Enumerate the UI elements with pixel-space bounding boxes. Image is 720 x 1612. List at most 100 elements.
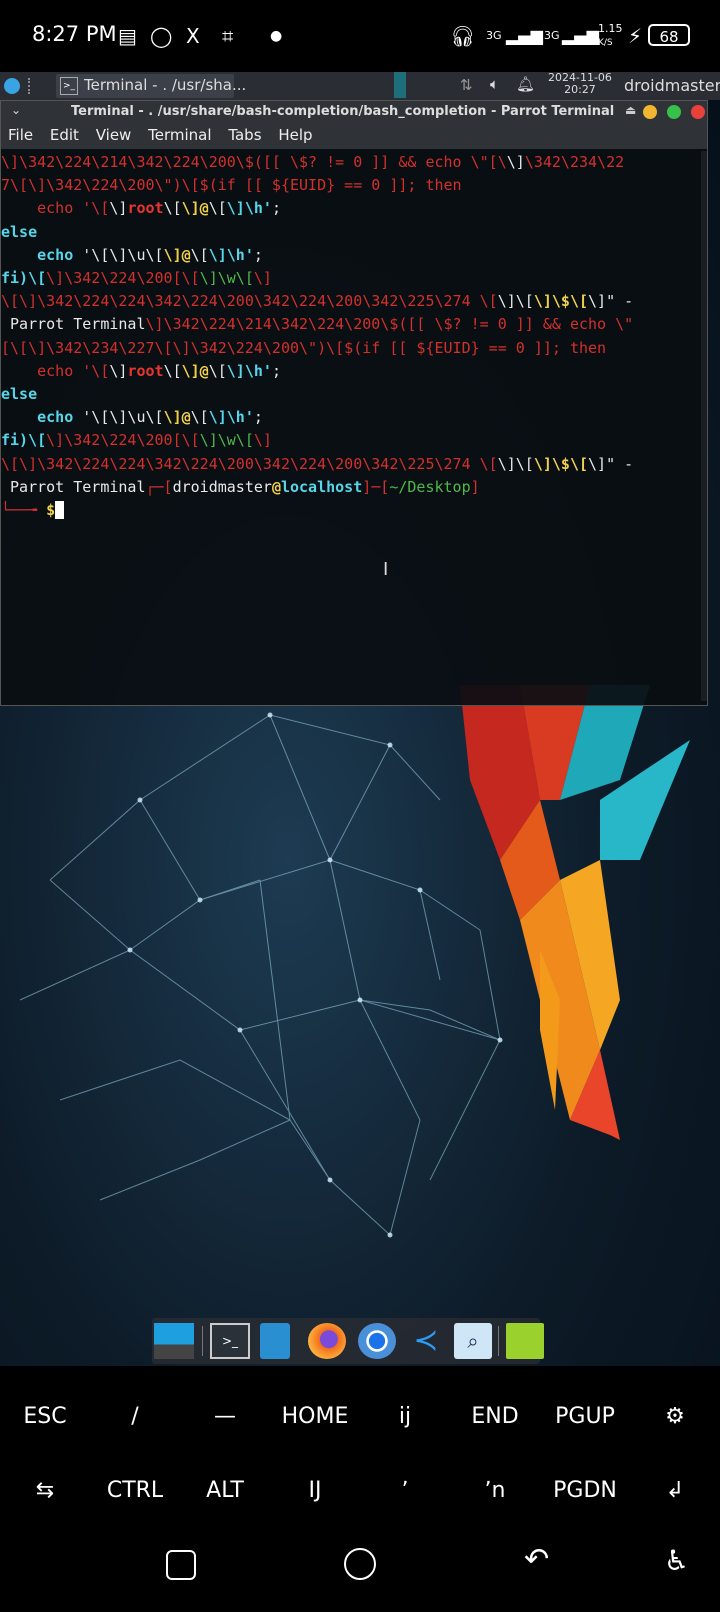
close-button[interactable]: [691, 105, 705, 119]
prompt-at: @: [271, 477, 281, 496]
terminal-line: 7\[\]\342\224\200\")\[$(if [[ ${EUID} ==…: [1, 176, 462, 195]
terminal-window[interactable]: ⌄ Terminal - . /usr/share/bash-completio…: [0, 100, 708, 706]
terminal-line: echo '\[\]\u\[\]@\[\]\h';: [1, 245, 263, 264]
terminal-prompt-line: Parrot Terminal┌─[droidmaster@localhost]…: [1, 477, 480, 496]
menu-edit[interactable]: Edit: [50, 126, 79, 144]
android-status-bar: 8:27 PM ▤ ◯ X ⌗ ● 🎧︎ 3G ▂▄▆ 3G ▂▄▆ 1.15 K…: [0, 0, 720, 72]
dock-separator-2: [498, 1326, 499, 1356]
file-manager-icon[interactable]: [260, 1323, 290, 1359]
terminal-line: echo '\[\]\u\[\]@\[\]\h';: [1, 408, 263, 427]
charging-icon: ⚡: [628, 24, 643, 48]
key-esc[interactable]: ESC: [0, 1404, 90, 1429]
key-end[interactable]: END: [450, 1404, 540, 1429]
network-transfer-icon[interactable]: ⇅: [460, 76, 473, 94]
terminal-input-line[interactable]: └──╼ $: [1, 499, 701, 522]
taskbar-handle: [28, 78, 34, 94]
whatsapp-icon: ◯: [150, 24, 173, 48]
text-cursor-icon: I: [383, 559, 389, 580]
prompt-symbol: $: [46, 501, 56, 520]
accessibility-icon[interactable]: ♿︎: [664, 1544, 689, 1577]
back-button[interactable]: ↶: [524, 1542, 549, 1577]
terminal-line: echo '\[\]root\[\]@\[\]\h';: [1, 361, 281, 380]
prompt-dir: ~/Desktop: [389, 477, 471, 496]
show-desktop-icon[interactable]: [154, 1323, 194, 1359]
battery-indicator: 68: [648, 24, 690, 46]
terminal-output[interactable]: \]\342\224\214\342\224\200\$([[ \$? != 0…: [1, 151, 701, 701]
extra-keys-bar: ESC / — HOME ij END PGUP ⚙ ⇆ CTRL ALT IJ…: [0, 1366, 720, 1522]
desktop-taskbar: >_ Terminal - . /usr/sha... ⇅ 🔈︎ 🔔︎ 2024…: [0, 72, 720, 100]
net-speed-value: 1.15: [598, 22, 623, 35]
vscode-icon[interactable]: ≺: [408, 1323, 444, 1359]
net-speed: 1.15 K/S: [598, 22, 623, 50]
menu-view[interactable]: View: [96, 126, 132, 144]
terminal-app-icon: >_: [60, 77, 78, 95]
volume-icon[interactable]: 🔈︎: [490, 75, 499, 93]
terminal-line: fi)\[\]\342\224\200[\[\]\w\[\]: [1, 269, 272, 288]
menu-terminal[interactable]: Terminal: [148, 126, 211, 144]
message-icon: ▤: [118, 24, 137, 48]
parrot-menu-icon[interactable]: [4, 78, 20, 94]
terminal-line: Parrot Terminal\]\342\224\214\342\224\20…: [1, 315, 634, 334]
parrot-wing-art: [460, 685, 690, 1140]
taskbar-clock[interactable]: 2024-11-06 20:27: [548, 72, 612, 96]
terminal-title: Terminal - . /usr/share/bash-completion/…: [71, 104, 615, 119]
taskbar-window-label: Terminal - . /usr/sha...: [84, 76, 247, 94]
signal-bars-2-icon: ▂▄▆: [562, 26, 599, 45]
signal-bars-icon: ▂▄▆: [506, 26, 543, 45]
terminal-line: \[\]\342\224\224\342\224\200\342\224\200…: [1, 454, 634, 473]
key-dash[interactable]: —: [180, 1404, 270, 1429]
terminal-line: else: [1, 222, 38, 241]
headphones-icon: 🎧︎: [450, 24, 476, 48]
key-enter-icon[interactable]: ↲: [630, 1478, 720, 1503]
maximize-button[interactable]: [667, 105, 681, 119]
key-n-apostrophe[interactable]: ʼn: [450, 1478, 540, 1503]
prompt-user: droidmaster: [172, 477, 272, 496]
chromium-icon[interactable]: [358, 1323, 396, 1359]
terminal-icon[interactable]: >_: [210, 1323, 250, 1359]
terminal-line: [\[\]\342\234\227\[\]\342\224\200\")\[$(…: [1, 338, 607, 357]
key-apostrophe[interactable]: ʼ: [360, 1478, 450, 1503]
terminal-scrollbar[interactable]: [701, 151, 707, 701]
terminal-line: \]\342\224\214\342\224\200\$([[ \$? != 0…: [1, 153, 625, 171]
key-tab-icon[interactable]: ⇆: [0, 1478, 90, 1503]
search-icon[interactable]: ⌕: [454, 1323, 492, 1359]
taskbar-user[interactable]: droidmaster: [624, 76, 720, 95]
android-nav-bar: ↶ ♿︎: [0, 1522, 720, 1612]
terminal-titlebar[interactable]: ⌄ Terminal - . /usr/share/bash-completio…: [1, 101, 707, 123]
minimize-button[interactable]: [643, 105, 657, 119]
status-time: 8:27 PM: [32, 22, 117, 46]
translate-icon: ⌗: [222, 24, 234, 48]
terminal-line: \[\]\342\224\224\342\224\200\342\224\200…: [1, 292, 634, 311]
menu-help[interactable]: Help: [278, 126, 312, 144]
notification-bell-icon[interactable]: 🔔︎: [516, 75, 535, 93]
taskbar-time: 20:27: [564, 83, 596, 96]
menu-file[interactable]: File: [8, 126, 33, 144]
x-app-icon: X: [186, 24, 200, 48]
prompt-host: localhost: [280, 477, 363, 496]
shade-icon[interactable]: ⏏: [625, 103, 636, 117]
network-type-2: 3G: [544, 29, 560, 42]
app-dock: >_ ≺ ⌕: [152, 1318, 544, 1364]
key-home[interactable]: HOME: [270, 1404, 360, 1429]
key-ctrl[interactable]: CTRL: [90, 1478, 180, 1503]
window-menu-chevron-icon[interactable]: ⌄: [11, 103, 21, 117]
key-pgup[interactable]: PGUP: [540, 1404, 630, 1429]
taskbar-window-terminal[interactable]: >_ Terminal - . /usr/sha...: [56, 74, 246, 98]
terminal-line: else: [1, 385, 38, 404]
menu-tabs[interactable]: Tabs: [228, 126, 261, 144]
firefox-icon[interactable]: [308, 1323, 346, 1359]
network-type-1: 3G: [486, 29, 502, 42]
recents-button[interactable]: [166, 1550, 196, 1580]
home-button[interactable]: [344, 1548, 376, 1580]
key-pgdn[interactable]: PGDN: [540, 1478, 630, 1503]
more-dot-icon: ●: [270, 28, 283, 44]
folder-icon[interactable]: [506, 1323, 544, 1359]
key-IJ[interactable]: IJ: [270, 1478, 360, 1503]
workspace-indicator[interactable]: [394, 72, 406, 98]
net-speed-unit: K/S: [598, 38, 613, 48]
key-slash[interactable]: /: [90, 1404, 180, 1429]
terminal-menubar: File Edit View Terminal Tabs Help: [1, 123, 707, 149]
settings-gear-icon[interactable]: ⚙: [630, 1404, 720, 1429]
key-alt[interactable]: ALT: [180, 1478, 270, 1503]
key-ij[interactable]: ij: [360, 1404, 450, 1429]
